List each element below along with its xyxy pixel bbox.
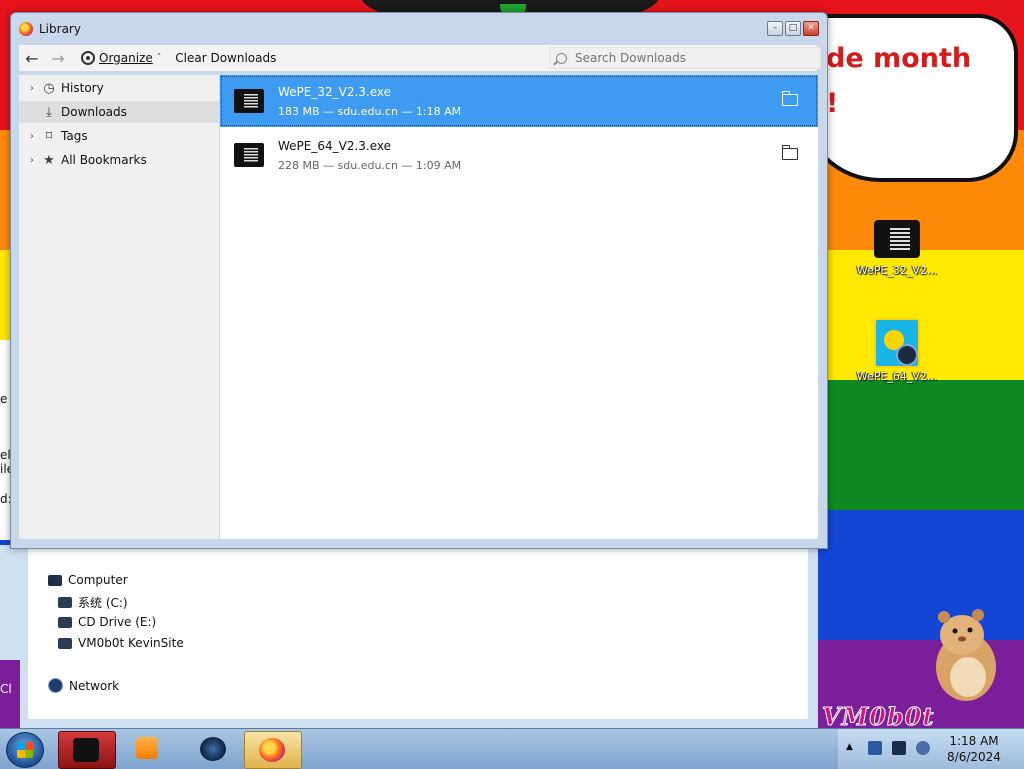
open-folder-icon[interactable] xyxy=(781,91,798,106)
system-tray: ▲ 1:18 AM 8/6/2024 xyxy=(838,729,1024,769)
firefox-icon xyxy=(19,22,33,36)
tree-item-network[interactable]: Network xyxy=(48,678,119,693)
tree-item-computer[interactable]: Computer xyxy=(48,573,128,587)
clock-time: 1:18 AM xyxy=(949,734,999,748)
partial-window-left xyxy=(0,340,10,540)
tree-item-label: 系统 (C:) xyxy=(78,596,128,610)
desktop-icon-label: WePE_64_V2... xyxy=(856,370,938,383)
network-status-icon[interactable] xyxy=(916,741,930,755)
download-item[interactable]: WePE_64_V2.3.exe 228 MB — sdu.edu.cn — 1… xyxy=(220,129,818,181)
tree-item-cd-drive[interactable]: CD Drive (E:) xyxy=(58,615,156,629)
open-folder-icon[interactable] xyxy=(781,145,798,160)
drive-icon xyxy=(58,597,72,608)
search-icon xyxy=(556,52,567,64)
search-box[interactable] xyxy=(549,47,821,69)
clear-downloads-button[interactable]: Clear Downloads xyxy=(175,51,276,65)
tree-item-network-drive[interactable]: VM0b0t KevinSite xyxy=(58,636,184,650)
sidebar-item-label: All Bookmarks xyxy=(61,153,147,167)
taskbar-app-browser[interactable] xyxy=(186,731,242,767)
chevron-right-icon[interactable]: › xyxy=(25,83,39,94)
sidebar-item-label: Tags xyxy=(61,129,88,143)
back-button[interactable]: ← xyxy=(19,49,45,68)
globe-icon xyxy=(200,737,226,761)
sidebar-item-label: History xyxy=(61,81,104,95)
downloads-list: WePE_32_V2.3.exe 183 MB — sdu.edu.cn — 1… xyxy=(220,75,818,539)
download-icon: ⤓ xyxy=(46,104,52,120)
computer-icon xyxy=(48,574,62,586)
start-button[interactable] xyxy=(6,732,44,768)
exe-file-icon xyxy=(234,89,264,113)
forward-button[interactable]: → xyxy=(45,49,71,68)
partial-text: e xyxy=(0,392,8,406)
taskbar-app-media-player[interactable] xyxy=(120,731,176,767)
tag-icon: ⌑ xyxy=(45,128,53,144)
firefox-icon xyxy=(259,738,285,762)
download-meta: 228 MB — sdu.edu.cn — 1:09 AM xyxy=(278,159,462,172)
network-drive-icon xyxy=(58,637,72,649)
wepe-icon xyxy=(874,318,920,368)
sidebar-item-all-bookmarks[interactable]: › ★ All Bookmarks xyxy=(19,149,219,171)
banner-text: de month xyxy=(826,43,972,74)
library-toolbar: ← → Organize ˅ Clear Downloads xyxy=(19,45,821,71)
tree-item-drive-c[interactable]: 系统 (C:) xyxy=(58,594,128,611)
media-player-icon xyxy=(136,737,158,759)
library-sidebar: › ◷ History ⤓ Downloads › ⌑ Tags › ★ All… xyxy=(19,75,219,539)
tree-item-label: Network xyxy=(69,678,120,693)
sidebar-item-tags[interactable]: › ⌑ Tags xyxy=(19,125,219,147)
desktop-watermark: VM0b0t xyxy=(821,702,935,732)
sidebar-item-label: Downloads xyxy=(61,105,127,119)
chevron-right-icon[interactable]: › xyxy=(25,155,39,166)
star-icon: ★ xyxy=(43,152,55,168)
clock[interactable]: 1:18 AM 8/6/2024 xyxy=(932,733,1016,765)
desktop-icon-wepe64[interactable]: WePE_64_V2... xyxy=(852,318,942,383)
gear-icon xyxy=(81,51,95,65)
minimize-button[interactable]: – xyxy=(767,21,783,36)
terminal-icon xyxy=(73,738,99,762)
clock-date: 8/6/2024 xyxy=(947,750,1001,764)
tree-item-label: CD Drive (E:) xyxy=(78,615,157,629)
sidebar-item-downloads[interactable]: ⤓ Downloads xyxy=(19,101,219,123)
title-bar[interactable]: Library xyxy=(19,19,81,39)
taskbar-app-firefox[interactable] xyxy=(244,731,302,769)
organize-label: Organize xyxy=(99,51,153,65)
download-item[interactable]: WePE_32_V2.3.exe 183 MB — sdu.edu.cn — 1… xyxy=(220,75,818,127)
hamster-image xyxy=(936,609,996,701)
network-icon xyxy=(48,678,63,693)
window-controls: – □ ✕ xyxy=(767,21,819,36)
chevron-right-icon[interactable]: › xyxy=(25,131,39,142)
partial-text: Cl xyxy=(0,682,12,696)
monitor-icon[interactable] xyxy=(892,741,906,755)
tray-expand-icon[interactable]: ▲ xyxy=(846,742,853,752)
exe-icon xyxy=(874,220,920,258)
taskbar: ▲ 1:18 AM 8/6/2024 xyxy=(0,728,1024,769)
sidebar-item-history[interactable]: › ◷ History xyxy=(19,77,219,99)
search-input[interactable] xyxy=(573,50,817,66)
desktop-icon-wepe32[interactable]: WePE_32_V2... xyxy=(852,220,942,277)
window-title: Library xyxy=(39,22,81,36)
organize-button[interactable]: Organize ˅ xyxy=(81,51,161,65)
desktop-icon-label: WePE_32_V2... xyxy=(856,264,938,277)
close-button[interactable]: ✕ xyxy=(803,21,819,36)
tree-item-label: Computer xyxy=(68,573,128,587)
chevron-down-icon: ˅ xyxy=(156,53,162,63)
tree-item-label: VM0b0t KevinSite xyxy=(78,636,184,650)
tray-app-icon[interactable] xyxy=(868,741,882,755)
explorer-window: Computer 系统 (C:) CD Drive (E:) VM0b0t Ke… xyxy=(0,545,818,728)
maximize-button[interactable]: □ xyxy=(785,21,801,36)
download-meta: 183 MB — sdu.edu.cn — 1:18 AM xyxy=(278,105,462,118)
cd-drive-icon xyxy=(58,616,72,628)
taskbar-app-terminal[interactable] xyxy=(58,731,116,769)
library-window: Library – □ ✕ ← → Organize ˅ Clear Downl… xyxy=(10,12,828,549)
download-filename: WePE_64_V2.3.exe xyxy=(278,139,392,153)
download-filename: WePE_32_V2.3.exe xyxy=(278,85,392,99)
explorer-nav-pane: Computer 系统 (C:) CD Drive (E:) VM0b0t Ke… xyxy=(28,545,808,719)
clock-icon: ◷ xyxy=(43,80,55,96)
exe-file-icon xyxy=(234,143,264,167)
